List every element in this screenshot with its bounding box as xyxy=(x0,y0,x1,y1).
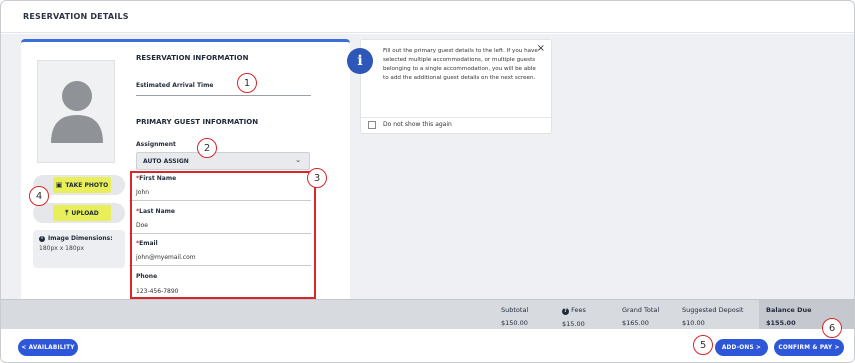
info-divider xyxy=(361,117,551,118)
image-dimensions-value: 180px x 180px xyxy=(39,245,84,252)
confirm-pay-button[interactable]: CONFIRM & PAY > xyxy=(774,339,844,356)
subtotal-label: Subtotal xyxy=(501,306,529,314)
suggested-deposit-label: Suggested Deposit xyxy=(682,306,744,314)
do-not-show-checkbox[interactable] xyxy=(368,121,376,129)
info-message: Fill out the primary guest details to th… xyxy=(383,48,538,81)
subtotal-value: $150.00 xyxy=(501,319,528,327)
info-small-icon: i xyxy=(39,235,45,242)
page-title: RESERVATION DETAILS xyxy=(23,12,129,21)
chevron-down-icon: ⌄ xyxy=(295,156,301,164)
primary-guest-title: PRIMARY GUEST INFORMATION xyxy=(136,118,259,126)
annotation-badge-1: 1 xyxy=(237,73,257,93)
grand-total-value: $165.00 xyxy=(622,319,649,327)
availability-button[interactable]: < AVAILABILITY xyxy=(18,339,78,356)
info-icon: i xyxy=(347,48,373,74)
fees-label: Fees xyxy=(571,306,586,314)
upload-icon: ⤒ xyxy=(65,208,69,217)
fees: ? Fees $15.00 xyxy=(562,306,586,328)
reservation-info-title: RESERVATION INFORMATION xyxy=(136,54,249,62)
guest-fields-highlight xyxy=(130,171,316,299)
help-icon: ? xyxy=(562,308,569,315)
image-dimensions-title: Image Dimensions: xyxy=(48,235,113,242)
balance-due-label: Balance Due xyxy=(766,306,812,314)
camera-icon: ▣ xyxy=(55,181,63,189)
totals-bar: Subtotal $150.00 ? Fees $15.00 Grand Tot… xyxy=(1,299,854,330)
close-icon[interactable]: × xyxy=(537,43,545,54)
annotation-badge-4: 4 xyxy=(29,186,49,206)
user-silhouette-icon xyxy=(51,81,103,143)
subtotal: Subtotal $150.00 xyxy=(501,306,528,327)
avatar xyxy=(37,60,115,163)
upload-button[interactable]: ⤒ UPLOAD xyxy=(53,205,111,221)
info-card: Fill out the primary guest details to th… xyxy=(360,39,552,134)
assignment-select[interactable]: AUTO ASSIGN ⌄ xyxy=(136,152,310,170)
upload-button-wrap: ⤒ UPLOAD xyxy=(33,203,125,223)
grand-total-label: Grand Total xyxy=(622,306,660,314)
annotation-badge-2: 2 xyxy=(197,138,217,158)
suggested-deposit: Suggested Deposit $10.00 xyxy=(682,306,743,327)
grand-total: Grand Total $165.00 xyxy=(622,306,659,327)
reservation-details-panel: RESERVATION DETAILS ▣ TAKE PHOTO ⤒ UPLOA… xyxy=(0,0,855,363)
header: RESERVATION DETAILS xyxy=(1,1,854,33)
annotation-badge-5: 5 xyxy=(693,335,713,355)
annotation-badge-6: 6 xyxy=(822,318,842,338)
add-ons-button[interactable]: ADD-ONS > xyxy=(715,339,768,356)
arrival-time-label: Estimated Arrival Time xyxy=(136,82,214,89)
fees-value: $15.00 xyxy=(562,320,585,328)
footer: < AVAILABILITY ADD-ONS > CONFIRM & PAY > xyxy=(1,329,854,362)
do-not-show-label: Do not show this again xyxy=(383,121,452,128)
arrival-time-input[interactable] xyxy=(136,95,311,96)
image-dimensions-box: i Image Dimensions: 180px x 180px xyxy=(33,230,125,268)
annotation-badge-3: 3 xyxy=(307,168,327,188)
assignment-value: AUTO ASSIGN xyxy=(143,158,189,165)
upload-label: UPLOAD xyxy=(71,209,99,217)
take-photo-label: TAKE PHOTO xyxy=(65,181,109,189)
take-photo-button[interactable]: ▣ TAKE PHOTO xyxy=(53,177,111,193)
assignment-label: Assignment xyxy=(136,141,176,148)
suggested-deposit-value: $10.00 xyxy=(682,319,705,327)
